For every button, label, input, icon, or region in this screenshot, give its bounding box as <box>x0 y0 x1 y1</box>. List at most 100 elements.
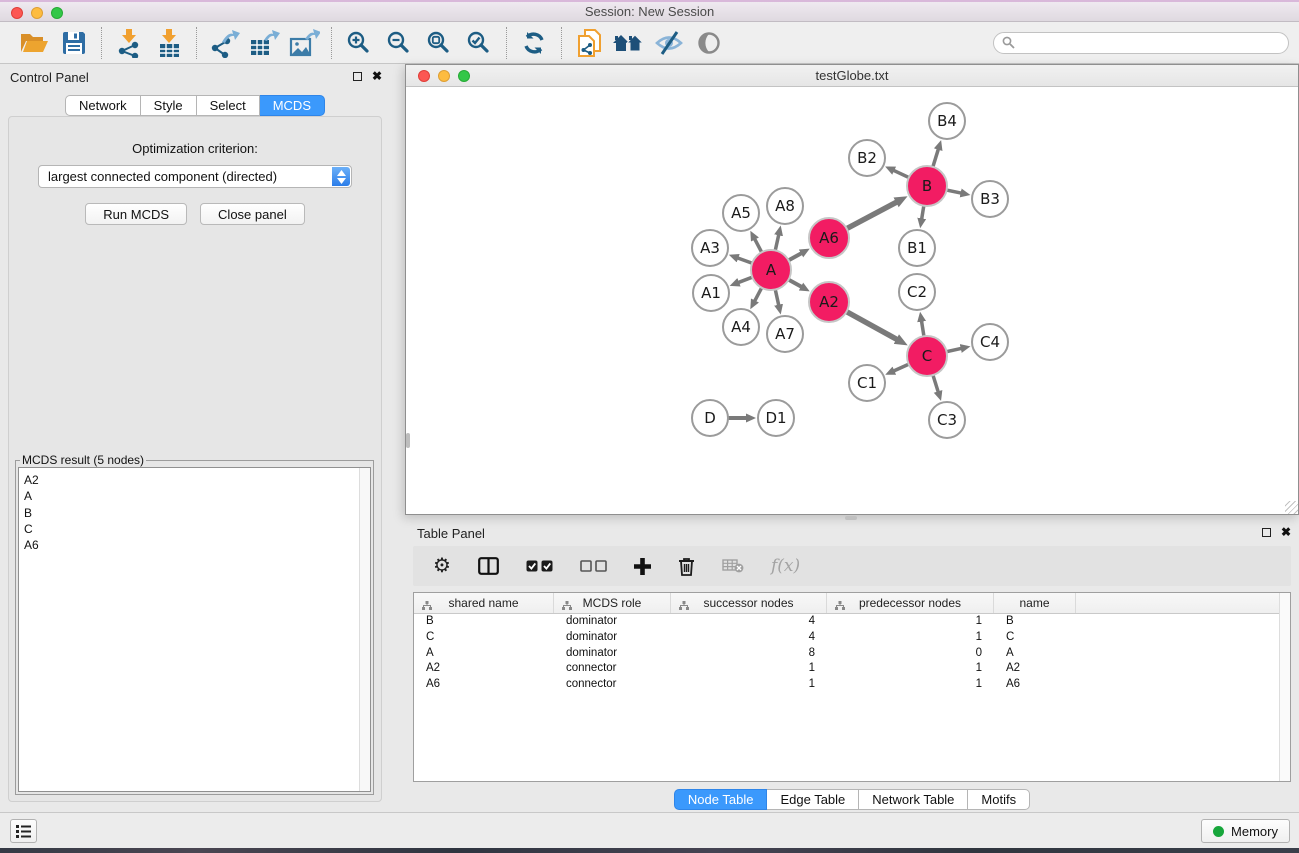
graph-node-D1[interactable]: D1 <box>757 399 795 437</box>
zoom-out-icon[interactable] <box>379 25 419 61</box>
close-window-button[interactable] <box>11 7 23 19</box>
import-table-icon[interactable] <box>149 25 189 61</box>
cell-successor-nodes[interactable]: 4 <box>671 614 827 630</box>
column-header-name[interactable]: name <box>994 593 1076 613</box>
function-builder-icon[interactable]: f(x) <box>771 556 800 576</box>
cell-predecessor-nodes[interactable]: 1 <box>827 677 994 693</box>
column-header-shared-name[interactable]: shared name <box>414 593 554 613</box>
tab-motifs[interactable]: Motifs <box>968 789 1030 810</box>
delete-table-icon[interactable] <box>722 559 744 573</box>
cell-shared-name[interactable]: C <box>414 630 554 646</box>
graph-node-A2[interactable]: A2 <box>808 281 850 323</box>
export-table-icon[interactable] <box>244 25 284 61</box>
mcds-result-item[interactable]: A2 <box>24 472 365 488</box>
tab-select[interactable]: Select <box>197 95 260 116</box>
zoom-network-window-button[interactable] <box>458 70 470 82</box>
run-mcds-button[interactable]: Run MCDS <box>85 203 187 225</box>
cell-name[interactable]: A <box>994 646 1076 662</box>
tab-mcds[interactable]: MCDS <box>260 95 325 116</box>
window-resize-grip[interactable] <box>1285 501 1298 514</box>
graph-node-A6[interactable]: A6 <box>808 217 850 259</box>
cell-predecessor-nodes[interactable]: 0 <box>827 646 994 662</box>
cell-mcds-role[interactable]: dominator <box>554 630 671 646</box>
cell-shared-name[interactable]: A6 <box>414 677 554 693</box>
deselect-all-checkboxes-icon[interactable] <box>580 560 607 572</box>
refresh-icon[interactable] <box>514 25 554 61</box>
criterion-select[interactable]: largest connected component (directed) <box>38 165 352 188</box>
cell-shared-name[interactable]: B <box>414 614 554 630</box>
search-input[interactable] <box>1020 36 1280 50</box>
network-window-titlebar[interactable]: testGlobe.txt <box>406 65 1298 87</box>
clone-network-icon[interactable] <box>569 25 609 61</box>
graph-node-C4[interactable]: C4 <box>971 323 1009 361</box>
graph-node-C3[interactable]: C3 <box>928 401 966 439</box>
tab-network-table[interactable]: Network Table <box>859 789 968 810</box>
search-box[interactable] <box>993 32 1289 54</box>
mcds-result-item[interactable]: B <box>24 505 365 521</box>
cell-successor-nodes[interactable]: 8 <box>671 646 827 662</box>
graph-node-C1[interactable]: C1 <box>848 364 886 402</box>
tab-network[interactable]: Network <box>65 95 141 116</box>
graph-node-A4[interactable]: A4 <box>722 308 760 346</box>
export-image-icon[interactable] <box>284 25 324 61</box>
cell-predecessor-nodes[interactable]: 1 <box>827 630 994 646</box>
float-table-panel-icon[interactable] <box>1262 528 1271 537</box>
open-file-icon[interactable] <box>14 25 54 61</box>
result-list-scrollbar[interactable] <box>359 468 370 791</box>
tab-edge-table[interactable]: Edge Table <box>767 789 859 810</box>
zoom-in-icon[interactable] <box>339 25 379 61</box>
graph-node-C2[interactable]: C2 <box>898 273 936 311</box>
graph-node-A1[interactable]: A1 <box>692 274 730 312</box>
close-panel-button[interactable]: Close panel <box>200 203 305 225</box>
graph-node-B2[interactable]: B2 <box>848 139 886 177</box>
select-all-checkboxes-icon[interactable] <box>526 560 553 572</box>
import-network-icon[interactable] <box>109 25 149 61</box>
minimize-window-button[interactable] <box>31 7 43 19</box>
column-header-predecessor-nodes[interactable]: predecessor nodes <box>827 593 994 613</box>
minimize-network-window-button[interactable] <box>438 70 450 82</box>
hide-graphics-icon[interactable] <box>649 25 689 61</box>
graph-node-B1[interactable]: B1 <box>898 229 936 267</box>
table-row[interactable]: A6connector11A6 <box>414 677 1290 693</box>
cell-mcds-role[interactable]: connector <box>554 661 671 677</box>
cell-name[interactable]: A2 <box>994 661 1076 677</box>
cell-name[interactable]: B <box>994 614 1076 630</box>
graph-node-A[interactable]: A <box>750 249 792 291</box>
close-table-panel-icon[interactable]: ✖ <box>1281 526 1291 538</box>
home-view-icon[interactable] <box>609 25 649 61</box>
cell-mcds-role[interactable]: dominator <box>554 614 671 630</box>
cell-mcds-role[interactable]: connector <box>554 677 671 693</box>
mcds-result-list[interactable]: A2ABCA6 <box>18 467 371 792</box>
column-view-icon[interactable] <box>478 557 499 575</box>
table-row[interactable]: Adominator80A <box>414 646 1290 662</box>
cell-mcds-role[interactable]: dominator <box>554 646 671 662</box>
table-scrollbar[interactable] <box>1279 593 1290 781</box>
float-panel-icon[interactable] <box>353 72 362 81</box>
cell-name[interactable]: C <box>994 630 1076 646</box>
canvas-vertical-scroll-thumb[interactable] <box>406 433 410 448</box>
save-session-icon[interactable] <box>54 25 94 61</box>
graph-node-A5[interactable]: A5 <box>722 194 760 232</box>
graph-node-B[interactable]: B <box>906 165 948 207</box>
zoom-selected-icon[interactable] <box>459 25 499 61</box>
graph-node-A7[interactable]: A7 <box>766 315 804 353</box>
graph-node-A3[interactable]: A3 <box>691 229 729 267</box>
column-header-successor-nodes[interactable]: successor nodes <box>671 593 827 613</box>
table-settings-gear-icon[interactable]: ⚙ <box>433 556 451 576</box>
cell-predecessor-nodes[interactable]: 1 <box>827 614 994 630</box>
export-network-icon[interactable] <box>204 25 244 61</box>
cell-shared-name[interactable]: A2 <box>414 661 554 677</box>
graph-node-B3[interactable]: B3 <box>971 180 1009 218</box>
close-panel-icon[interactable]: ✖ <box>372 70 382 82</box>
task-history-button[interactable] <box>10 819 37 843</box>
graph-node-B4[interactable]: B4 <box>928 102 966 140</box>
graph-node-A8[interactable]: A8 <box>766 187 804 225</box>
cell-successor-nodes[interactable]: 1 <box>671 661 827 677</box>
delete-column-trash-icon[interactable] <box>678 557 695 576</box>
memory-button[interactable]: Memory <box>1201 819 1290 843</box>
graph-node-D[interactable]: D <box>691 399 729 437</box>
column-header-mcds-role[interactable]: MCDS role <box>554 593 671 613</box>
table-row[interactable]: Bdominator41B <box>414 614 1290 630</box>
mcds-result-item[interactable]: A <box>24 488 365 504</box>
network-canvas[interactable]: AA6A2BCA5A8A3A1A4A7B2B4B3B1C2C4C1C3DD1 <box>406 87 1298 514</box>
